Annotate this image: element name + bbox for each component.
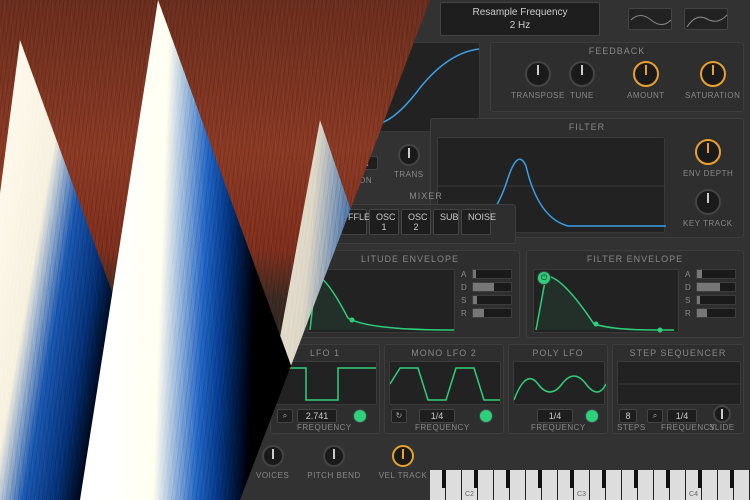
param-name: Resample Frequency: [447, 7, 593, 18]
step-seq-slide-knob[interactable]: [713, 405, 731, 423]
param-display: Resample Frequency 2 Hz: [440, 2, 600, 36]
poly-lfo-ratio[interactable]: 1/4: [537, 409, 573, 423]
step-seq-display[interactable]: [617, 361, 741, 405]
filter-env-curve[interactable]: [533, 269, 679, 333]
lfo2-retrig-icon[interactable]: ↻: [391, 409, 407, 423]
lfo2-ratio[interactable]: 1/4: [419, 409, 455, 423]
keyboard[interactable]: C2 C3 C4: [430, 470, 750, 500]
mixer-osc2[interactable]: OSC 2: [401, 209, 431, 235]
filter-title: FILTER: [431, 122, 743, 132]
mixer-shuffle[interactable]: FFLE: [341, 209, 367, 235]
lfo1-wave[interactable]: [275, 361, 377, 405]
filter-env-title: FILTER ENVELOPE: [527, 254, 743, 264]
feedback-tune-knob[interactable]: [569, 61, 595, 87]
voices-knob[interactable]: [262, 445, 284, 467]
amp-release-slider[interactable]: [472, 308, 512, 318]
wave-thumbnail-b[interactable]: [684, 8, 728, 30]
pitch-bend-knob[interactable]: [323, 445, 345, 467]
mixer-sub[interactable]: SUB: [433, 209, 459, 235]
mixer-section: MIXER FFLE OSC 1 OSC 2 SUB NOISE: [336, 204, 516, 244]
amp-envelope-section: LITUDE ENVELOPE A D S R: [300, 250, 520, 338]
feedback-transpose-knob[interactable]: [525, 61, 551, 87]
lfo1-title: LFO 1: [271, 348, 379, 358]
bottom-controls: VOICES PITCH BEND VEL TRACK: [256, 442, 427, 482]
filter-env-sliders: A D S R: [685, 269, 736, 318]
step-count[interactable]: 8: [619, 409, 637, 423]
lfo2-power-icon[interactable]: [479, 409, 493, 423]
step-seq-section: STEP SEQUENCER 8 STEPS ⌕ 1/4 FREQUENCY S…: [612, 344, 744, 434]
amp-decay-slider[interactable]: [472, 282, 512, 292]
lfo1-sync-icon[interactable]: ⌕: [277, 409, 293, 423]
lfo1-rate[interactable]: 2.741: [297, 409, 337, 423]
unison-value[interactable]: 0.334 c: [336, 156, 378, 170]
poly-lfo-title: POLY LFO: [509, 348, 607, 358]
lfo1-section: LFO 1 ⌕ 2.741 FREQUENCY: [270, 344, 380, 434]
amp-env-curve[interactable]: [307, 269, 455, 333]
filt-sustain-slider[interactable]: [696, 295, 736, 305]
mixer-noise[interactable]: NOISE: [461, 209, 491, 235]
step-seq-title: STEP SEQUENCER: [613, 348, 743, 358]
feedback-title: FEEDBACK: [491, 46, 743, 56]
lfo2-wave[interactable]: [389, 361, 501, 405]
feedback-section: FEEDBACK TRANSPOSE TUNE AMOUNT SATURATIO…: [490, 42, 744, 112]
amp-env-sliders: A D S R: [461, 269, 512, 318]
osc-trans-knob[interactable]: [398, 144, 420, 166]
poly-lfo-wave[interactable]: [513, 361, 605, 405]
feedback-saturation-knob[interactable]: [700, 61, 726, 87]
prev-param-button[interactable]: >: [400, 6, 418, 24]
feedback-amount-knob[interactable]: [633, 61, 659, 87]
step-seq-sync-icon[interactable]: ⌕: [647, 409, 663, 423]
filt-release-slider[interactable]: [696, 308, 736, 318]
filter-key-track-knob[interactable]: [695, 189, 721, 215]
lfo2-section: MONO LFO 2 ↻ 1/4 FREQUENCY: [384, 344, 504, 434]
wave-thumbnail-a[interactable]: [628, 8, 672, 30]
mixer-osc1[interactable]: OSC 1: [369, 209, 399, 235]
poly-lfo-section: POLY LFO 1/4 FREQUENCY: [508, 344, 608, 434]
mixer-title: MIXER: [337, 191, 515, 201]
lfo2-title: MONO LFO 2: [385, 348, 503, 358]
filt-decay-slider[interactable]: [696, 282, 736, 292]
filter-envelope-section: FILTER ENVELOPE ⏻ A D S R: [526, 250, 744, 338]
vel-track-knob[interactable]: [392, 445, 414, 467]
amp-env-title: LITUDE ENVELOPE: [301, 254, 519, 264]
poly-lfo-power-icon[interactable]: [585, 409, 599, 423]
lfo1-power-icon[interactable]: [353, 409, 367, 423]
filter-env-power-icon[interactable]: ⏻: [537, 271, 551, 285]
amp-sustain-slider[interactable]: [472, 295, 512, 305]
osc-flags[interactable]: v H: [336, 140, 370, 154]
amp-attack-slider[interactable]: [472, 269, 512, 279]
filt-attack-slider[interactable]: [696, 269, 736, 279]
filter-env-depth-knob[interactable]: [695, 139, 721, 165]
param-value: 2 Hz: [447, 20, 593, 31]
step-seq-ratio[interactable]: 1/4: [667, 409, 697, 423]
